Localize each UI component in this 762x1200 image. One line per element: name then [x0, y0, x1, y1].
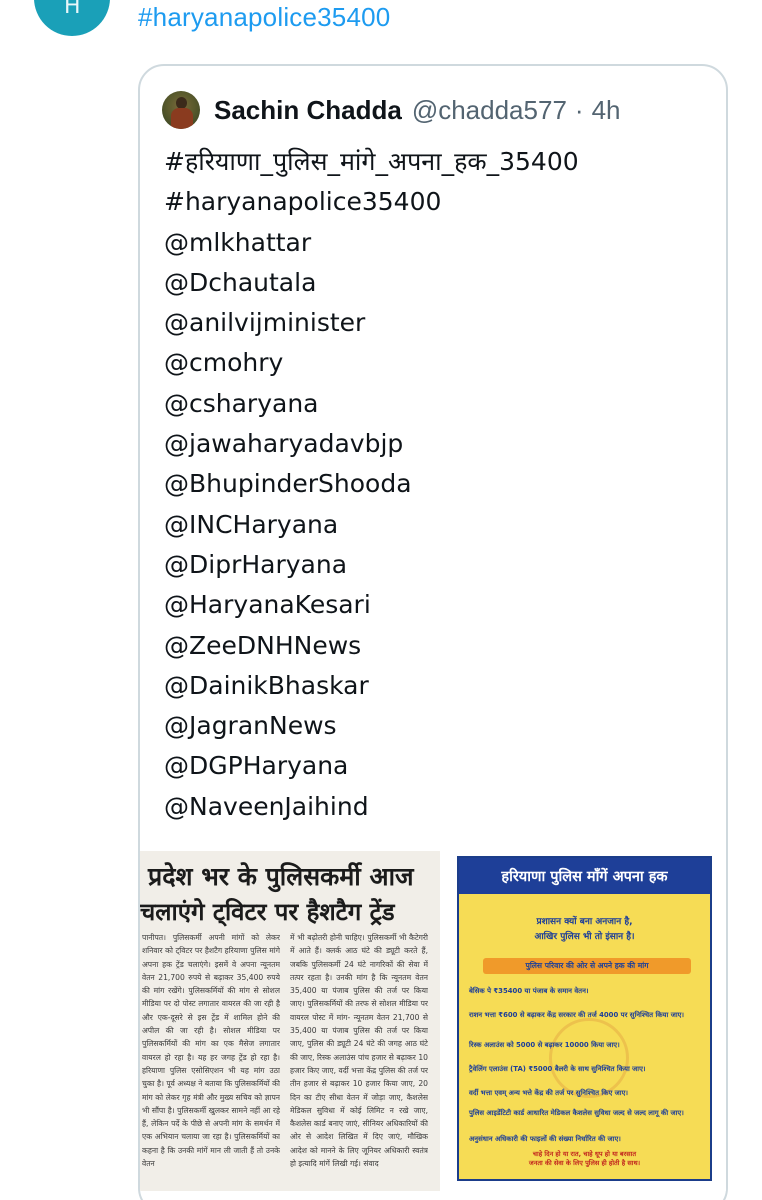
poster-item: राशन भत्ता ₹600 से बढ़ाकर केंद्र सरकार क… — [469, 1011, 685, 1019]
hashtag-link[interactable]: #haryanapolice35400 — [164, 182, 714, 222]
mention-link[interactable]: @Dchautala — [164, 263, 714, 303]
quoted-author-handle[interactable]: @chadda577 — [412, 95, 567, 126]
mention-link[interactable]: @JagranNews — [164, 706, 714, 746]
newspaper-column: में भी बढ़ोतरी होनी चाहिए। पुलिसकर्मी भी… — [290, 933, 428, 1169]
hashtag-link[interactable]: #haryanapolice35400 — [138, 2, 390, 33]
poster-title: हरियाणा पुलिस माँगें अपना हक — [501, 869, 668, 885]
newspaper-headline: प्रदेश भर के पुलिसकर्मी आज — [148, 862, 414, 891]
poster-footer-line: जनता की सेवा के लिए पुलिस ही होती है साथ… — [528, 1159, 641, 1167]
mention-link[interactable]: @BhupinderShooda — [164, 464, 714, 504]
newspaper-subheadline: चलाएंगे ट्विटर पर हैशटैग ट्रेंड — [140, 897, 395, 926]
emblem-icon — [549, 1018, 629, 1098]
poster-banner: हरियाणा पुलिस माँगें अपना हक — [459, 858, 710, 894]
mention-link[interactable]: @NaveenJaihind — [164, 787, 714, 827]
poster-image[interactable]: हरियाणा पुलिस माँगें अपना हक प्रशासन क्य… — [457, 856, 712, 1181]
poster-item: पुलिस आइडेंटिटी कार्ड आधारित मेडिकल कैशल… — [469, 1109, 684, 1117]
poster-item: रिस्क अलाउंस को 5000 से बढ़ाकर 10000 किय… — [469, 1041, 620, 1049]
quoted-author-name[interactable]: Sachin Chadda — [214, 95, 402, 126]
newspaper-image[interactable]: प्रदेश भर के पुलिसकर्मी आज चलाएंगे ट्विट… — [140, 851, 440, 1191]
poster-footer-line: चाहे दिन हो या रात, चाहे धूप हो या बरसात — [532, 1150, 637, 1158]
mention-link[interactable]: @anilvijminister — [164, 303, 714, 343]
poster-item: बेसिक पे ₹35400 या पंजाब के समान वेतन। — [469, 987, 589, 995]
quoted-tweet-header: Sachin Chadda @chadda577 · 4h — [162, 90, 621, 130]
poster-band-text: पुलिस परिवार की ओर से अपने हक की मांग — [525, 961, 649, 970]
separator-dot: · — [574, 94, 584, 125]
poster-item: ट्रैवेलिंग एलाउंस (TA) ₹5000 बैलरी के सा… — [469, 1065, 646, 1073]
poster-footer: चाहे दिन हो या रात, चाहे धूप हो या बरसात… — [459, 1150, 710, 1168]
quoted-author-avatar[interactable] — [162, 91, 200, 129]
newspaper-column: पानीपत। पुलिसकर्मी अपनी मांगों को लेकर श… — [142, 933, 280, 1169]
poster-subtitle: प्रशासन क्यों बना अनजान है, — [536, 917, 633, 927]
hashtag-link[interactable]: #हरियाणा_पुलिस_मांगे_अपना_हक_35400 — [164, 142, 714, 182]
mention-link[interactable]: @mlkhattar — [164, 223, 714, 263]
quoted-tweet-card[interactable]: Sachin Chadda @chadda577 · 4h #हरियाणा_प… — [138, 64, 728, 1200]
mention-link[interactable]: @DiprHaryana — [164, 545, 714, 585]
mention-link[interactable]: @HaryanaKesari — [164, 585, 714, 625]
poster-band: पुलिस परिवार की ओर से अपने हक की मांग — [483, 958, 691, 974]
mention-link[interactable]: @jawaharyadavbjp — [164, 424, 714, 464]
mention-link[interactable]: @ZeeDNHNews — [164, 626, 714, 666]
mention-link[interactable]: @DGPHaryana — [164, 746, 714, 786]
tweet-media: प्रदेश भर के पुलिसकर्मी आज चलाएंगे ट्विट… — [140, 851, 726, 1191]
avatar-letter: H — [64, 0, 81, 19]
mention-link[interactable]: @csharyana — [164, 384, 714, 424]
mention-link[interactable]: @DainikBhaskar — [164, 666, 714, 706]
poster-item: अनुसंधान अधिकारी की फाइलों की संख्या निर… — [469, 1135, 621, 1143]
tweet-timestamp[interactable]: 4h — [592, 95, 621, 126]
mention-link[interactable]: @INCHaryana — [164, 505, 714, 545]
poster-subtitle: आखिर पुलिस भी तो इंसान है। — [534, 932, 635, 942]
mention-link[interactable]: @cmohry — [164, 343, 714, 383]
poster-item: वर्दी भत्ता एवम् अन्य भत्ते केंद्र की तर… — [469, 1089, 629, 1097]
author-avatar[interactable]: H — [34, 0, 110, 36]
quoted-tweet-text: #हरियाणा_पुलिस_मांगे_अपना_हक_35400 #hary… — [164, 142, 714, 827]
